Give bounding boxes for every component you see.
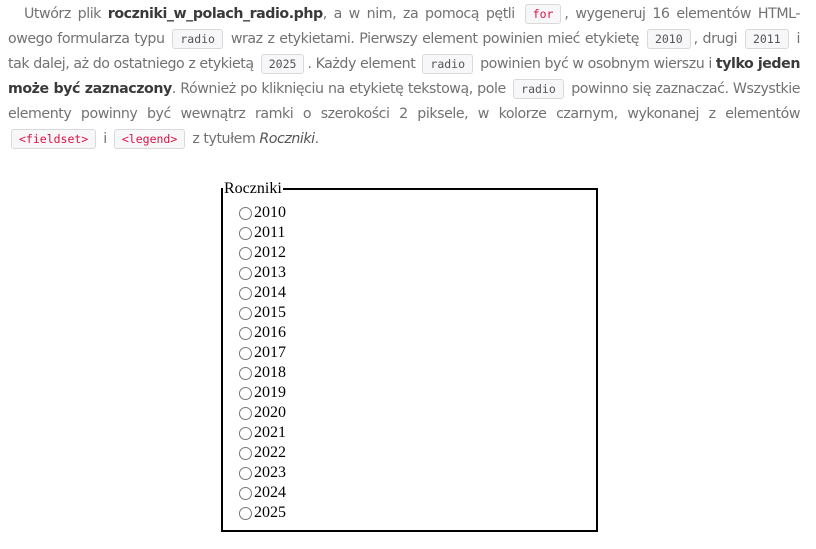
- radio-option: 2022: [239, 443, 596, 463]
- radio-option: 2015: [239, 303, 596, 323]
- radio-option: 2011: [239, 223, 596, 243]
- task-description: Utwórz plik roczniki_w_polach_radio.php,…: [8, 2, 800, 152]
- year-radio[interactable]: [239, 406, 252, 420]
- year-radio[interactable]: [239, 286, 252, 300]
- task-text: Utwórz plik: [24, 6, 108, 22]
- year-radio[interactable]: [239, 226, 252, 240]
- year-radio[interactable]: [239, 466, 252, 480]
- task-text: wraz z etykietami. Pierwszy element powi…: [225, 31, 644, 47]
- year-label[interactable]: 2010: [254, 203, 286, 223]
- radio-option: 2017: [239, 343, 596, 363]
- code-radio: radio: [422, 54, 474, 74]
- radio-option: 2021: [239, 423, 596, 443]
- year-label[interactable]: 2018: [254, 363, 286, 383]
- code-for: for: [524, 4, 562, 24]
- year-radio[interactable]: [239, 386, 252, 400]
- radio-option: 2019: [239, 383, 596, 403]
- year-label[interactable]: 2014: [254, 283, 286, 303]
- code-fieldset: <fieldset>: [11, 129, 97, 149]
- year-label[interactable]: 2017: [254, 343, 286, 363]
- code-legend: <legend>: [113, 129, 186, 149]
- year-radio[interactable]: [239, 366, 252, 380]
- fieldset-legend: Roczniki: [224, 180, 282, 197]
- code-2010: 2010: [646, 29, 691, 49]
- year-label[interactable]: 2020: [254, 403, 286, 423]
- year-radio[interactable]: [239, 506, 252, 520]
- roczniki-fieldset: Roczniki 2010 2011 2012 2013 2014 2015 2016 201…: [221, 181, 598, 532]
- year-radio[interactable]: [239, 246, 252, 260]
- year-radio[interactable]: [239, 346, 252, 360]
- radio-option: 2010: [239, 203, 596, 223]
- task-text: , a w nim, za pomocą pętli: [322, 6, 522, 22]
- radio-option: 2016: [239, 323, 596, 343]
- year-label[interactable]: 2025: [254, 503, 286, 523]
- radio-option: 2020: [239, 403, 596, 423]
- year-radio[interactable]: [239, 426, 252, 440]
- radio-option: 2012: [239, 243, 596, 263]
- code-2025: 2025: [260, 54, 305, 74]
- radio-option: 2013: [239, 263, 596, 283]
- task-text: . Każdy element: [307, 56, 420, 72]
- year-radio[interactable]: [239, 446, 252, 460]
- radio-option: 2024: [239, 483, 596, 503]
- year-label[interactable]: 2013: [254, 263, 286, 283]
- filename: roczniki_w_polach_radio.php: [107, 6, 323, 22]
- year-radio[interactable]: [239, 306, 252, 320]
- year-label[interactable]: 2021: [254, 423, 286, 443]
- radio-option: 2018: [239, 363, 596, 383]
- year-label[interactable]: 2022: [254, 443, 286, 463]
- year-radio[interactable]: [239, 486, 252, 500]
- year-radio[interactable]: [239, 326, 252, 340]
- radio-option: 2025: [239, 503, 596, 523]
- year-label[interactable]: 2019: [254, 383, 286, 403]
- year-label[interactable]: 2016: [254, 323, 286, 343]
- year-radio[interactable]: [239, 206, 252, 220]
- code-radio: radio: [172, 29, 223, 49]
- code-2011: 2011: [744, 29, 789, 49]
- title-italic: Roczniki: [259, 131, 315, 147]
- task-text: . Również po kliknięciu na etykietę teks…: [171, 81, 511, 97]
- year-label[interactable]: 2023: [254, 463, 286, 483]
- radio-option: 2014: [239, 283, 596, 303]
- task-text: , drugi: [693, 31, 742, 47]
- task-text: .: [314, 131, 320, 147]
- radio-list: 2010 2011 2012 2013 2014 2015 2016 2017 2018 2019…: [239, 203, 596, 523]
- code-radio: radio: [513, 79, 564, 99]
- year-label[interactable]: 2011: [254, 223, 285, 243]
- radio-option: 2023: [239, 463, 596, 483]
- year-label[interactable]: 2012: [254, 243, 286, 263]
- year-label[interactable]: 2015: [254, 303, 286, 323]
- task-text: i: [99, 131, 111, 147]
- task-text: powinien być w osobnym wierszu i: [476, 56, 716, 72]
- task-text: z tytułem: [188, 131, 260, 147]
- year-label[interactable]: 2024: [254, 483, 286, 503]
- year-radio[interactable]: [239, 266, 252, 280]
